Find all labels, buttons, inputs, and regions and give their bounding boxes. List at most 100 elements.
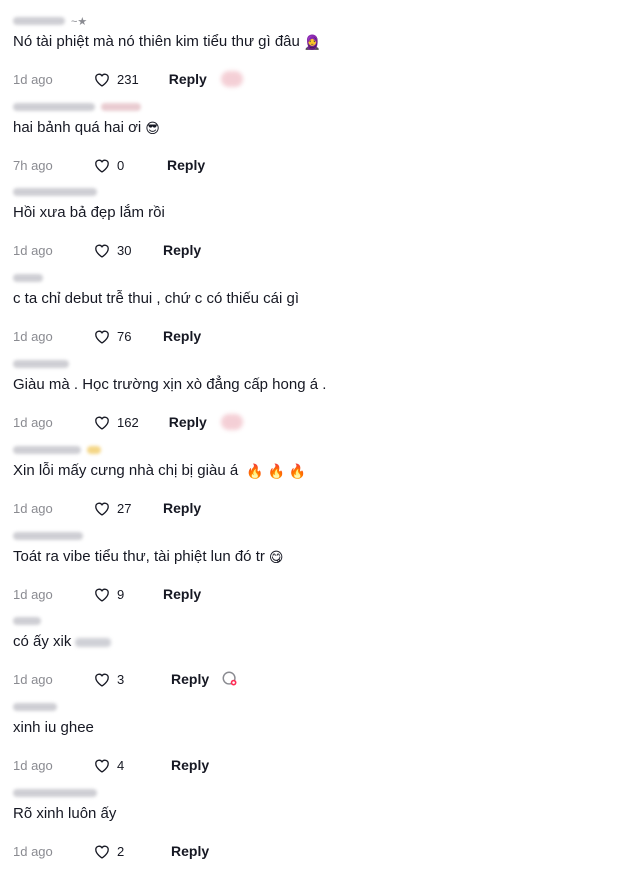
username-blurred (13, 789, 97, 797)
like-count: 231 (117, 71, 139, 87)
comment-item: c ta chỉ debut trễ thui , chứ c có thiếu… (0, 269, 640, 355)
creator-liked-avatar-icon (222, 671, 237, 686)
like-count: 76 (117, 328, 132, 344)
heart-icon (95, 416, 109, 430)
comment-list: ~★ Nó tài phiệt mà nó thiên kim tiểu thư… (0, 0, 640, 859)
heart-icon (95, 845, 109, 859)
like-button[interactable]: 231 (93, 71, 139, 87)
like-button[interactable]: 76 (93, 328, 137, 344)
like-button[interactable]: 27 (93, 500, 137, 516)
heart-icon (95, 73, 109, 87)
reply-button[interactable]: Reply (171, 757, 209, 773)
username-suffix: ~★ (71, 15, 88, 28)
comment-text: Rõ xinh luôn ấy (13, 804, 116, 824)
comment-text-body: Hồi xưa bả đẹp lắm rồi (13, 204, 165, 221)
reply-button[interactable]: Reply (171, 843, 209, 859)
comment-text: c ta chỉ debut trễ thui , chứ c có thiếu… (13, 289, 299, 309)
comment-username[interactable]: ~★ (13, 14, 87, 28)
comment-text-body: c ta chỉ debut trễ thui , chứ c có thiếu… (13, 290, 300, 307)
like-button[interactable]: 4 (93, 757, 137, 773)
comment-meta: 1d ago 2 Reply (13, 841, 209, 861)
comment-meta: 1d ago 231 Reply (13, 69, 243, 89)
like-count: 9 (117, 586, 125, 602)
comment-item: Giàu mà . Học trường xịn xò đẳng cấp hon… (0, 355, 640, 441)
comment-emoji: 🧕 (303, 34, 322, 50)
comment-meta: 1d ago 9 Reply (13, 584, 201, 604)
username-blurred-icon (101, 103, 141, 111)
reply-button[interactable]: Reply (163, 586, 201, 602)
heart-icon (95, 159, 109, 173)
heart-icon (95, 244, 109, 258)
like-count: 27 (117, 500, 132, 516)
comment-item: Hồi xưa bả đẹp lắm rồi 1d ago 30 Reply (0, 183, 640, 269)
comment-time: 1d ago (13, 843, 53, 859)
comment-time: 1d ago (13, 328, 53, 344)
like-button[interactable]: 30 (93, 242, 137, 258)
username-blurred (13, 17, 65, 25)
heart-icon (95, 330, 109, 344)
like-count: 4 (117, 757, 125, 773)
comment-username[interactable] (13, 357, 69, 371)
comment-meta: 1d ago 3 Reply (13, 669, 239, 689)
reply-button[interactable]: Reply (163, 328, 201, 344)
username-blurred (13, 360, 69, 368)
reply-button[interactable]: Reply (169, 71, 207, 87)
reply-button[interactable]: Reply (171, 671, 209, 687)
username-blurred (13, 617, 41, 625)
comment-time: 7h ago (13, 157, 53, 173)
comment-username[interactable] (13, 100, 141, 114)
heart-icon (95, 759, 109, 773)
comment-meta: 1d ago 162 Reply (13, 412, 243, 432)
heart-icon (95, 588, 109, 602)
comment-text: xinh iu ghee (13, 718, 94, 738)
reply-button[interactable]: Reply (167, 157, 205, 173)
blurred-mention (75, 637, 112, 647)
comment-text-body: Rõ xinh luôn ấy (13, 805, 117, 822)
comment-time: 1d ago (13, 71, 53, 87)
like-button[interactable]: 9 (93, 586, 137, 602)
like-button[interactable]: 2 (93, 843, 137, 859)
like-count: 3 (117, 671, 125, 687)
username-blurred (13, 274, 43, 282)
comment-emoji: 😎 (145, 120, 160, 136)
comment-username[interactable] (13, 185, 97, 199)
like-button[interactable]: 0 (93, 157, 137, 173)
comment-time: 1d ago (13, 414, 53, 430)
like-count: 0 (117, 157, 125, 173)
comment-username[interactable] (13, 614, 41, 628)
creator-liked-badge (220, 71, 243, 87)
comment-text-body: Toát ra vibe tiểu thư, tài phiệt lun đó … (13, 548, 265, 565)
reply-button[interactable]: Reply (163, 242, 201, 258)
comment-time: 1d ago (13, 242, 53, 258)
like-button[interactable]: 162 (93, 414, 139, 430)
comment-username[interactable] (13, 271, 43, 285)
comment-meta: 7h ago 0 Reply (13, 155, 205, 175)
comment-item: Toát ra vibe tiểu thư, tài phiệt lun đó … (0, 527, 640, 613)
comment-text: Hồi xưa bả đẹp lắm rồi (13, 203, 165, 223)
comment-text: Giàu mà . Học trường xịn xò đẳng cấp hon… (13, 375, 326, 395)
comment-username[interactable] (13, 786, 97, 800)
comment-item: có ấy xik 1d ago 3 Reply (0, 612, 640, 698)
comment-time: 1d ago (13, 671, 53, 687)
like-button[interactable]: 3 (93, 671, 137, 687)
comment-username[interactable] (13, 700, 57, 714)
comment-item: xinh iu ghee 1d ago 4 Reply (0, 698, 640, 784)
comment-item: ~★ Nó tài phiệt mà nó thiên kim tiểu thư… (0, 12, 640, 98)
comment-item: Rõ xinh luôn ấy 1d ago 2 Reply (0, 784, 640, 870)
username-blurred-icon (87, 446, 101, 454)
comment-text: Toát ra vibe tiểu thư, tài phiệt lun đó … (13, 547, 283, 567)
heart-icon (95, 673, 109, 687)
reply-button[interactable]: Reply (169, 414, 207, 430)
comment-text-body: Nó tài phiệt mà nó thiên kim tiểu thư gì… (13, 33, 300, 50)
comment-text: hai bảnh quá hai ơi 😎 (13, 118, 160, 138)
comment-username[interactable] (13, 529, 83, 543)
comment-text-body: xinh iu ghee (13, 719, 94, 736)
comment-time: 1d ago (13, 586, 53, 602)
comment-time: 1d ago (13, 500, 53, 516)
username-blurred (13, 188, 97, 196)
username-blurred (13, 703, 57, 711)
comment-meta: 1d ago 4 Reply (13, 755, 209, 775)
comment-username[interactable] (13, 443, 101, 457)
comment-meta: 1d ago 76 Reply (13, 326, 201, 346)
reply-button[interactable]: Reply (163, 500, 201, 516)
